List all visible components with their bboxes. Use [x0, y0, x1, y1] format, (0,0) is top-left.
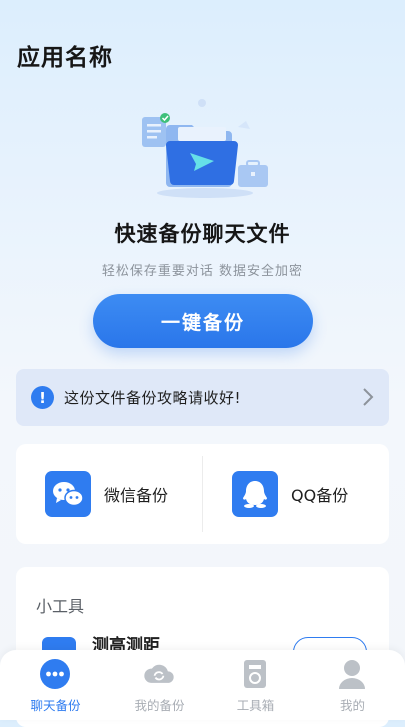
tab-me[interactable]: 我的	[302, 650, 403, 720]
notice-text: 这份文件备份攻略请收好!	[64, 389, 242, 407]
wechat-backup-label: 微信备份	[104, 486, 169, 505]
tab-label: 工具箱	[236, 698, 275, 713]
app-title: 应用名称	[17, 45, 113, 71]
wechat-backup-button[interactable]: 微信备份	[45, 471, 168, 517]
qq-backup-label: QQ备份	[291, 486, 349, 505]
tab-label: 聊天备份	[30, 698, 81, 713]
backup-guide-notice[interactable]: ! 这份文件备份攻略请收好!	[16, 369, 389, 426]
qq-icon	[232, 471, 278, 517]
cloud-sync-icon	[144, 664, 174, 683]
one-click-backup-button[interactable]: 一键备份	[93, 294, 313, 348]
tab-my-backup[interactable]: 我的备份	[109, 650, 210, 720]
tab-label: 我的	[339, 698, 365, 713]
tab-chat-backup[interactable]: 聊天备份	[5, 650, 106, 720]
divider	[202, 456, 203, 532]
hero-headline: 快速备份聊天文件	[114, 222, 291, 246]
folder-illustration	[130, 95, 280, 200]
backup-tools-card: 微信备份 QQ备份	[16, 444, 389, 544]
toolbox-icon	[244, 660, 266, 688]
chat-icon	[40, 659, 70, 689]
tab-toolbox[interactable]: 工具箱	[205, 650, 306, 720]
exclamation-icon: !	[31, 386, 54, 409]
user-icon	[339, 660, 365, 689]
qq-backup-button[interactable]: QQ备份	[232, 471, 348, 517]
chevron-right-icon	[363, 388, 374, 406]
bottom-tabbar: 聊天备份 我的备份 工具箱 我的	[0, 650, 405, 720]
small-tools-title: 小工具	[36, 597, 85, 616]
tab-label: 我的备份	[134, 698, 185, 713]
wechat-icon	[45, 471, 91, 517]
hero-subline: 轻松保存重要对话 数据安全加密	[101, 264, 304, 279]
